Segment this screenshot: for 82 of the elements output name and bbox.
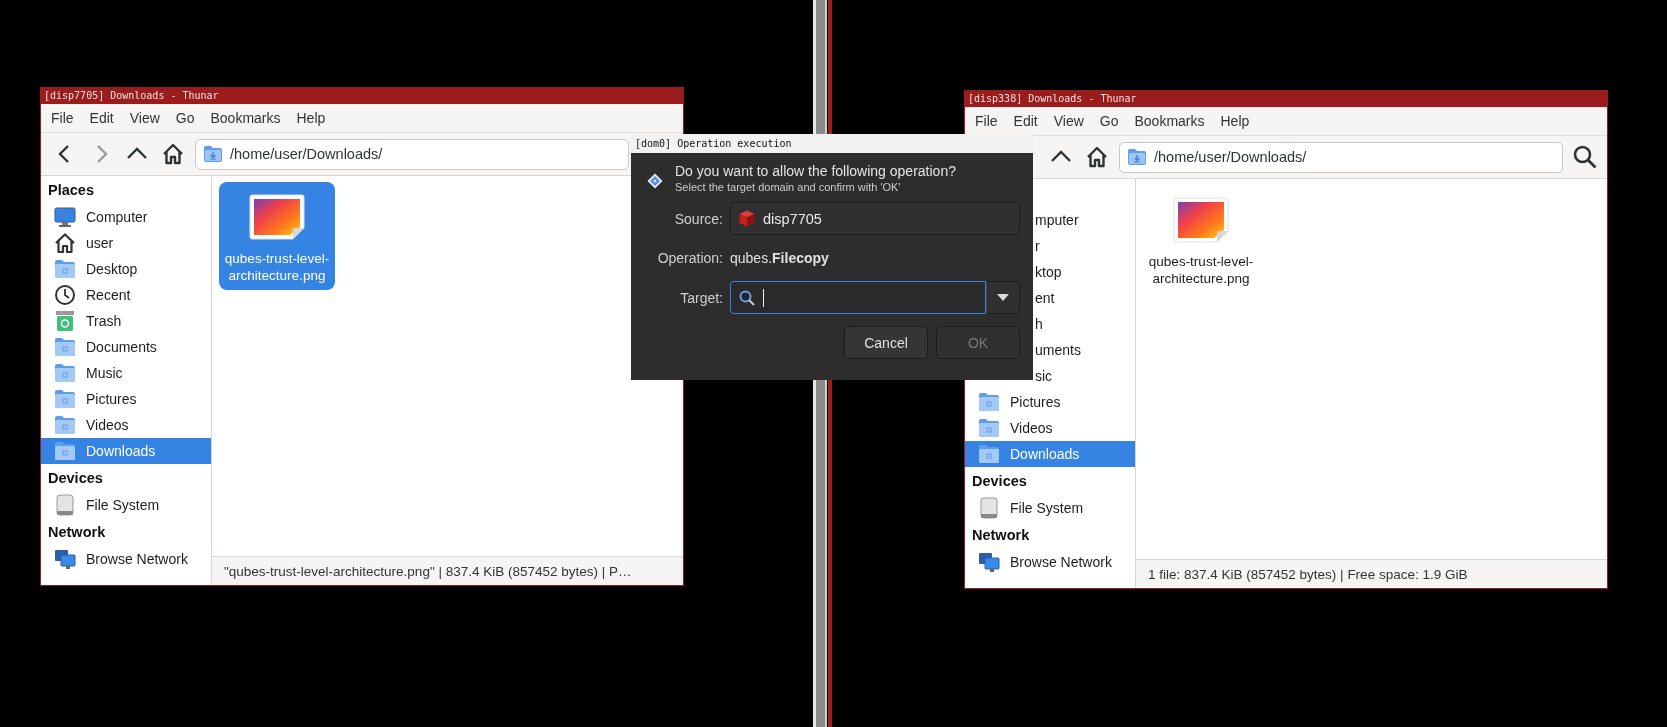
menu-item[interactable]: Go <box>1091 111 1127 131</box>
folder-icon <box>54 414 76 436</box>
drive-icon <box>54 494 76 516</box>
path-field[interactable]: /home/user/Downloads/ <box>195 138 629 170</box>
section-heading: Network <box>972 527 1030 543</box>
trash-icon <box>54 310 76 332</box>
text-cursor <box>763 288 764 307</box>
menu-item[interactable]: Bookmarks <box>202 108 289 128</box>
sidebar-item[interactable]: Desktop <box>41 256 211 282</box>
field-label: Operation: <box>656 250 723 266</box>
folder-icon <box>54 336 76 358</box>
sidebar-item[interactable]: Videos <box>965 415 1135 441</box>
sidebar-item[interactable]: Downloads <box>965 441 1135 467</box>
sidebar-item[interactable]: Videos <box>41 412 211 438</box>
menu-item[interactable]: Help <box>1212 111 1258 131</box>
image-file-icon <box>1173 197 1229 243</box>
file-item[interactable]: qubes-trust-level-architecture.png <box>219 182 335 290</box>
sidebar-item[interactable]: Pictures <box>41 386 211 412</box>
file-item[interactable]: qubes-trust-level-architecture.png <box>1143 185 1259 293</box>
folder-icon <box>54 258 76 280</box>
section-heading: Network <box>48 524 106 540</box>
dialog-question: Do you want to allow the following operation? <box>675 163 956 179</box>
menu-item[interactable]: Edit <box>1005 111 1046 131</box>
folder-icon <box>54 388 76 410</box>
network-icon <box>54 548 76 570</box>
sidebar-item[interactable]: Browse Network <box>965 549 1135 575</box>
menu-item[interactable]: View <box>1045 111 1092 131</box>
sidebar-item[interactable]: Recent <box>41 282 211 308</box>
drive-icon <box>978 497 1000 519</box>
folder-icon <box>54 440 76 462</box>
sidebar-item[interactable]: user <box>41 230 211 256</box>
dialog-button[interactable]: Cancel <box>844 326 928 359</box>
folder-icon <box>204 146 222 162</box>
dialog-title: [dom0] Operation execution <box>631 134 1033 153</box>
image-file-icon <box>249 194 305 240</box>
sidebar-item[interactable]: File System <box>965 495 1135 521</box>
sidebar-item[interactable]: Browse Network <box>41 546 211 572</box>
folder-icon <box>1128 149 1146 165</box>
sidebar-item[interactable]: Pictures <box>965 389 1135 415</box>
sidebar-item[interactable]: Downloads <box>41 438 211 464</box>
folder-icon <box>978 417 1000 439</box>
search-icon <box>739 289 755 306</box>
sidebar-item[interactable]: Computer <box>41 204 211 230</box>
sidebar-item[interactable]: Music <box>41 360 211 386</box>
status-bar: "qubes-trust-level-architecture.png" | 837.4 KiB (857452 bytes) | P… <box>212 556 683 585</box>
caret-icon <box>997 294 1009 301</box>
monitor-icon <box>54 206 76 228</box>
menu-item[interactable]: File <box>43 108 82 128</box>
menu-item[interactable]: Bookmarks <box>1126 111 1213 131</box>
folder-icon <box>978 443 1000 465</box>
field-label: Target: <box>679 289 723 306</box>
target-field[interactable] <box>730 281 986 314</box>
clock-icon <box>54 284 76 306</box>
window-title: [disp7705] Downloads - Thunar <box>41 87 683 104</box>
operation-value: qubes.Filecopy <box>730 249 830 268</box>
network-icon <box>978 551 1000 573</box>
home-icon <box>54 232 76 254</box>
sidebar-item[interactable]: Trash <box>41 308 211 334</box>
menu-item[interactable]: Go <box>167 108 203 128</box>
window-title: [disp338] Downloads - Thunar <box>965 90 1607 107</box>
folder-icon <box>54 362 76 384</box>
home-icon <box>1085 145 1109 169</box>
question-icon <box>647 173 663 189</box>
menu-item[interactable]: Help <box>288 108 334 128</box>
menu-item[interactable]: File <box>967 111 1006 131</box>
dropdown-button[interactable] <box>986 281 1020 314</box>
menu-item[interactable]: Edit <box>81 108 122 128</box>
source-field: disp7705 <box>730 202 1020 235</box>
sidebar-item[interactable]: File System <box>41 492 211 518</box>
folder-icon <box>978 391 1000 413</box>
sidebar-item[interactable]: Documents <box>41 334 211 360</box>
section-heading: Devices <box>972 473 1027 489</box>
section-heading: Devices <box>48 470 103 486</box>
cube-icon <box>739 210 755 227</box>
status-bar: 1 file: 837.4 KiB (857452 bytes) | Free space: 1.9 GiB <box>1136 559 1607 588</box>
section-heading: Places <box>48 182 94 198</box>
home-icon <box>161 142 185 166</box>
dialog-hint: Select the target domain and confirm with 'OK' <box>675 181 902 193</box>
field-label: Source: <box>673 210 723 227</box>
menu-item[interactable]: View <box>121 108 168 128</box>
path-field[interactable]: /home/user/Downloads/ <box>1119 141 1563 173</box>
search-icon <box>1572 144 1598 170</box>
